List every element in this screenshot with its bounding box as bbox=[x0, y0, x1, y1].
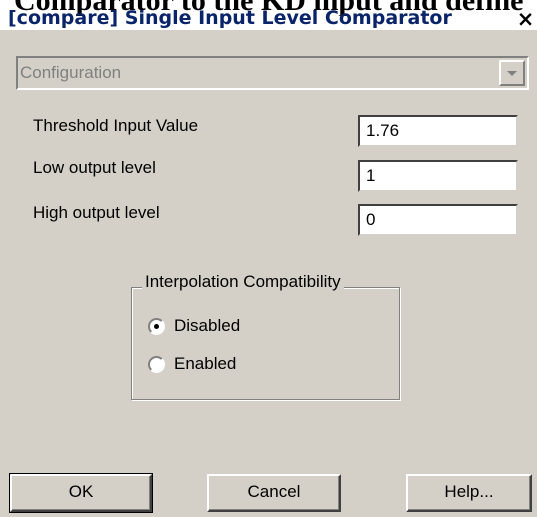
window-title: [compare] Single Input Level Comparator bbox=[8, 7, 452, 29]
radio-enabled-label: Enabled bbox=[174, 354, 237, 373]
help-button[interactable]: Help... bbox=[406, 474, 532, 512]
close-icon[interactable]: × bbox=[514, 8, 537, 30]
chevron-down-icon[interactable] bbox=[499, 60, 525, 86]
dialog-body: Configuration Threshold Input Value Low … bbox=[0, 30, 537, 517]
title-bar: [compare] Single Input Level Comparator … bbox=[0, 0, 537, 30]
threshold-input[interactable] bbox=[358, 115, 518, 147]
interpolation-groupbox bbox=[131, 287, 400, 400]
high-output-input[interactable] bbox=[358, 204, 518, 236]
low-output-input[interactable] bbox=[358, 160, 518, 192]
radio-disabled-label: Disabled bbox=[174, 316, 241, 335]
radio-unchecked-icon[interactable] bbox=[148, 356, 165, 373]
interpolation-legend: Interpolation Compatibility bbox=[142, 272, 344, 292]
high-output-label: High output level bbox=[33, 203, 160, 222]
configuration-dropdown[interactable]: Configuration bbox=[16, 56, 529, 90]
low-output-label: Low output level bbox=[33, 158, 156, 177]
configuration-value: Configuration bbox=[20, 63, 122, 82]
threshold-label: Threshold Input Value bbox=[33, 116, 199, 135]
radio-checked-icon[interactable] bbox=[148, 318, 165, 335]
cancel-button[interactable]: Cancel bbox=[207, 474, 341, 512]
ok-button[interactable]: OK bbox=[9, 473, 153, 513]
